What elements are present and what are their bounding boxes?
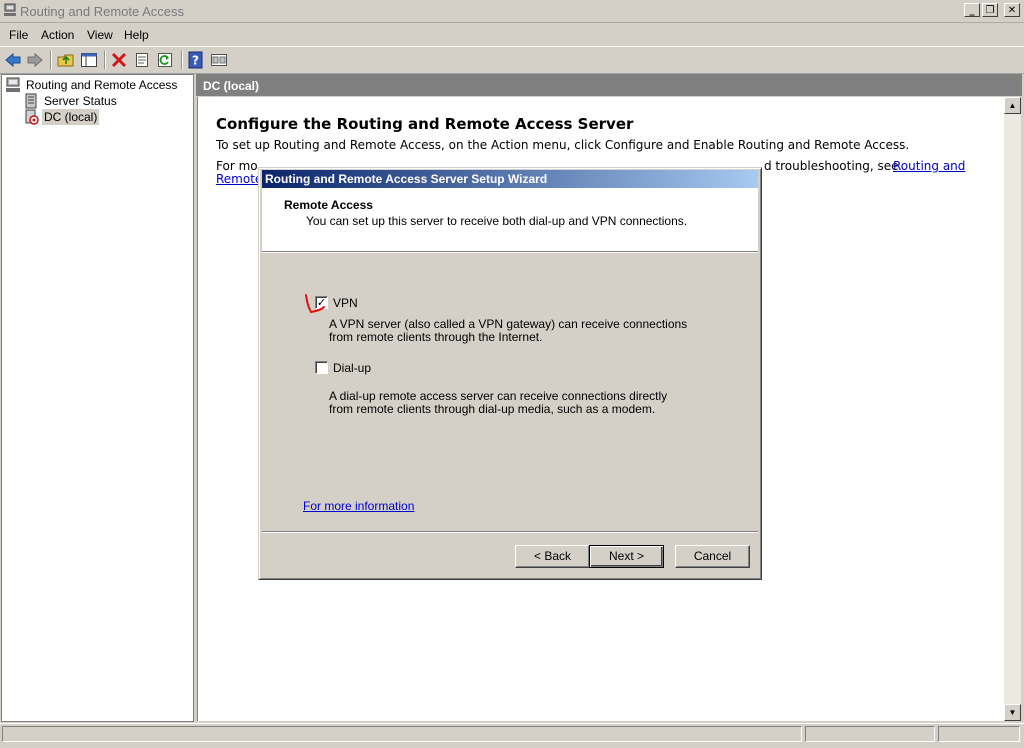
setup-wizard-dialog: Routing and Remote Access Server Setup W… xyxy=(258,167,762,580)
more-info-text-tail: d troubleshooting, see xyxy=(764,159,899,173)
up-folder-icon[interactable] xyxy=(57,51,75,69)
console-tree-icon[interactable] xyxy=(210,51,228,69)
tree-root-routing[interactable]: Routing and Remote Access xyxy=(5,77,179,93)
refresh-icon[interactable] xyxy=(156,51,174,69)
more-info-link[interactable]: For more information xyxy=(303,499,414,513)
more-info-text-prefix: For mo xyxy=(216,159,258,173)
tree-item-label: Server Status xyxy=(44,94,117,108)
pane-header-title: DC (local) xyxy=(203,79,260,93)
toolbar: ? xyxy=(0,46,1024,74)
back-button[interactable]: < Back xyxy=(515,545,590,568)
close-button[interactable]: ✕ xyxy=(1004,3,1020,17)
svg-text:?: ? xyxy=(192,54,199,68)
window-title: Routing and Remote Access xyxy=(20,4,185,19)
console-tree: Routing and Remote Access Server Status … xyxy=(1,74,194,722)
server-stopped-icon xyxy=(25,109,39,125)
server-status-icon xyxy=(25,93,37,109)
dialog-title: Routing and Remote Access Server Setup W… xyxy=(265,172,548,186)
forward-icon[interactable] xyxy=(26,51,44,69)
minimize-button[interactable]: _ xyxy=(964,3,980,17)
restore-button[interactable]: ❐ xyxy=(982,3,998,17)
tree-item-dc-local[interactable]: DC (local) xyxy=(23,109,100,125)
menu-file[interactable]: File xyxy=(9,28,28,42)
menu-view[interactable]: View xyxy=(87,28,113,42)
wizard-step-title: Remote Access xyxy=(284,198,373,212)
window-title-bar: Routing and Remote Access _ ❐ ✕ xyxy=(0,0,1024,23)
scroll-up-icon[interactable]: ▲ xyxy=(1004,97,1021,114)
routing-help-link-cont[interactable]: Remote xyxy=(216,172,262,186)
pane-header: DC (local) xyxy=(196,74,1022,96)
scroll-down-icon[interactable]: ▼ xyxy=(1004,704,1021,721)
wizard-header: Remote Access You can set up this server… xyxy=(262,188,758,252)
status-cell-3 xyxy=(938,726,1020,742)
dialup-description: A dial-up remote access server can recei… xyxy=(329,389,668,416)
menu-action[interactable]: Action xyxy=(41,28,74,42)
back-icon[interactable] xyxy=(4,51,22,69)
red-checkmark-annotation-icon xyxy=(305,294,325,314)
status-cell-2 xyxy=(805,726,935,742)
help-icon[interactable]: ? xyxy=(187,51,205,69)
tree-root-label: Routing and Remote Access xyxy=(26,78,178,92)
vertical-scrollbar[interactable]: ▲ ▼ xyxy=(1004,97,1021,721)
instructions-text: To set up Routing and Remote Access, on … xyxy=(216,138,910,152)
tree-item-server-status[interactable]: Server Status xyxy=(23,93,119,109)
status-cell-main xyxy=(2,726,802,742)
cancel-button[interactable]: Cancel xyxy=(675,545,750,568)
status-bar xyxy=(0,723,1024,744)
tree-item-label: DC (local) xyxy=(42,109,100,125)
vpn-description: A VPN server (also called a VPN gateway)… xyxy=(329,317,688,344)
properties-icon[interactable] xyxy=(133,51,151,69)
delete-icon[interactable] xyxy=(110,51,128,69)
wizard-step-subtitle: You can set up this server to receive bo… xyxy=(306,214,688,228)
menu-bar: File Action View Help xyxy=(0,24,1024,44)
menu-help[interactable]: Help xyxy=(124,28,149,42)
server-routing-icon xyxy=(6,77,20,92)
page-title: Configure the Routing and Remote Access … xyxy=(216,115,634,133)
next-button[interactable]: Next > xyxy=(589,545,664,568)
dialup-label[interactable]: Dial-up xyxy=(333,361,371,375)
dialog-title-bar[interactable]: Routing and Remote Access Server Setup W… xyxy=(262,170,758,188)
vpn-label[interactable]: VPN xyxy=(333,296,358,310)
routing-app-icon xyxy=(4,3,16,16)
routing-help-link[interactable]: Routing and xyxy=(893,159,965,173)
show-hide-tree-icon[interactable] xyxy=(80,51,98,69)
dialup-checkbox[interactable] xyxy=(315,361,328,374)
